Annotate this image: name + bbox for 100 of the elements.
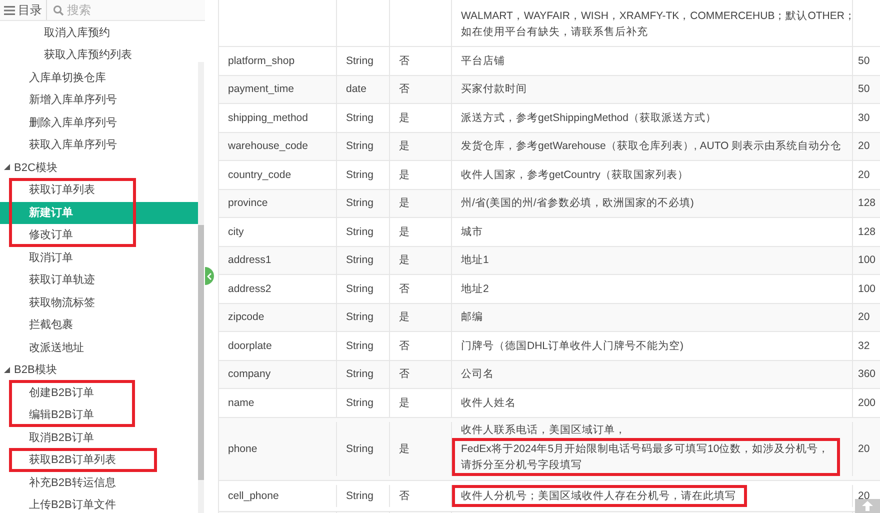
sidebar-item[interactable]: 补充B2B转运信息 (29, 474, 116, 490)
table-cell-text: payment_time (228, 83, 295, 96)
description-text: WALMART，WAYFAIR，WISH，XRAMFY-TK，COMMERCEHUB；默认OTHER； (461, 10, 852, 22)
table-cell-text: 是 (399, 196, 411, 210)
table-cell-text: 是 (399, 110, 411, 125)
expanded-triangle-icon[interactable] (4, 164, 10, 170)
table-cell-text: 20 (858, 311, 871, 324)
description-text: 邮编 (461, 311, 483, 324)
description-text: 公司名 (461, 368, 494, 380)
table-cell-text: String (346, 490, 374, 502)
table-cell-text: 是 (399, 224, 411, 239)
description-text: 城市 (461, 226, 483, 238)
description-text: 门牌号（德国DHL订单收件人门牌号不能为空) (461, 340, 684, 352)
sidebar-item[interactable]: 获取物流标签 (29, 294, 95, 310)
highlighted-text: 请拆分至分机号字段填写 (452, 456, 840, 476)
table-cell-text: 100 (858, 254, 877, 266)
table-cell-text: String (346, 112, 374, 124)
table-cell-text: String (346, 226, 374, 238)
table-cell-text: 否 (399, 82, 411, 96)
table-cell-text: address2 (228, 282, 272, 295)
description-text: 发货仓库，参考getWarehouse（获取仓库列表）, AUTO 则表示由系统自动分仓 (461, 140, 842, 152)
table-cell-text: 30 (858, 112, 871, 124)
sidebar-item[interactable]: 获取B2B订单列表 (29, 452, 116, 468)
table-cell-text: 50 (858, 83, 871, 96)
sidebar-item[interactable]: 拦截包裹 (29, 317, 73, 332)
section-heading[interactable]: B2B模块 (14, 362, 57, 378)
table-cell-text: String (346, 54, 374, 67)
description-text: 收件人联系电话，美国区域订单， (461, 424, 626, 436)
table-cell-text: 128 (858, 197, 877, 210)
table-cell-text: 否 (399, 54, 411, 68)
table-cell-text: city (228, 226, 245, 238)
sidebar-item[interactable]: 获取入库单序列号 (29, 137, 117, 152)
table-cell-text: province (228, 197, 269, 210)
table-cell-text: 20 (858, 442, 871, 454)
table-cell-text: String (346, 168, 374, 181)
table-cell-text: doorplate (228, 340, 273, 352)
table-cell-text: 是 (399, 442, 411, 456)
table-cell-text: zipcode (228, 311, 266, 324)
description-text: 收件人姓名 (461, 396, 516, 409)
collapse-handle[interactable] (205, 267, 214, 285)
sidebar-item[interactable]: 编辑B2B订单 (29, 407, 94, 422)
table-cell-text: 否 (399, 488, 411, 502)
table-cell-text: country_code (228, 168, 292, 181)
table-cell-text: 32 (858, 340, 871, 352)
table-cell-text: address1 (228, 254, 272, 266)
description-text: 如在使用平台有缺失，请联系售后补充 (461, 26, 648, 38)
table-cell-text: 20 (858, 490, 871, 502)
sidebar-item[interactable]: 获取订单轨迹 (29, 272, 95, 288)
sidebar-item[interactable]: 取消订单 (29, 250, 73, 265)
expanded-triangle-icon[interactable] (4, 366, 10, 373)
description-text: 州/省(美国的州/省参数必填，欧洲国家的不必填) (461, 197, 694, 210)
sidebar-item[interactable]: 上传B2B订单文件 (29, 497, 116, 512)
table-cell-text: 20 (858, 140, 871, 152)
table-cell-text: phone (228, 442, 258, 454)
scrollbar-thumb[interactable] (198, 225, 204, 480)
table-cell-text: 100 (858, 282, 877, 295)
sidebar-item[interactable]: 获取订单列表 (29, 182, 95, 198)
table-cell-text: String (346, 340, 374, 352)
table-cell-text: String (346, 140, 374, 152)
table-cell-text: 否 (399, 282, 411, 296)
sidebar-item[interactable]: 获取入库预约列表 (44, 47, 132, 62)
search-field[interactable]: 搜索 (67, 3, 107, 17)
table-cell-text: String (346, 197, 374, 210)
contents-tab[interactable]: 目录 (0, 0, 47, 20)
menu-icon (4, 6, 15, 14)
table-cell-text: 50 (858, 54, 871, 67)
sidebar-item[interactable]: 改派送地址 (29, 340, 84, 355)
sidebar-item[interactable]: 创建B2B订单 (29, 384, 94, 400)
back-to-top-button[interactable] (855, 499, 880, 513)
table-cell-text: company (228, 368, 272, 380)
table-cell-text: 360 (858, 368, 877, 380)
sidebar-item[interactable]: 修改订单 (29, 227, 73, 242)
table-cell-text: 是 (399, 253, 411, 268)
table-cell-text: 200 (858, 396, 877, 409)
description-text: 收件人国家，参考getCountry（获取国家列表） (461, 168, 688, 181)
table-cell-text: 是 (399, 168, 411, 182)
table-cell-text: 否 (399, 367, 411, 382)
table-cell-text: 20 (858, 168, 871, 181)
table-cell-text: String (346, 442, 374, 454)
description-text: 派送方式，参考getShippingMethod（获取派送方式） (461, 112, 716, 124)
description-text: 地址1 (461, 254, 489, 266)
highlighted-text: 收件人分机号；美国区域收件人存在分机号，请在此填写 (452, 484, 747, 506)
table-cell-text: 是 (399, 396, 411, 410)
table-cell-text: cell_phone (228, 490, 280, 502)
table-cell-text: String (346, 368, 374, 380)
table-cell-text: String (346, 311, 374, 324)
table-cell-text: 是 (399, 310, 411, 324)
sidebar-item[interactable]: 删除入库单序列号 (29, 114, 117, 130)
sidebar-item[interactable]: 取消B2B订单 (29, 430, 94, 445)
table-cell-text: String (346, 254, 374, 266)
table-cell-text: String (346, 282, 374, 295)
search-icon (53, 4, 64, 16)
sidebar-item[interactable]: 新增入库单序列号 (29, 92, 117, 108)
sidebar-item[interactable]: 取消入库预约 (44, 24, 110, 40)
table-cell-text: date (346, 83, 368, 96)
table-cell-text: name (228, 396, 256, 409)
section-heading[interactable]: B2C模块 (14, 160, 58, 175)
sidebar-item[interactable]: 入库单切换仓库 (29, 70, 106, 85)
table-cell-text: String (346, 396, 374, 409)
description-text: 平台店铺 (461, 54, 505, 67)
